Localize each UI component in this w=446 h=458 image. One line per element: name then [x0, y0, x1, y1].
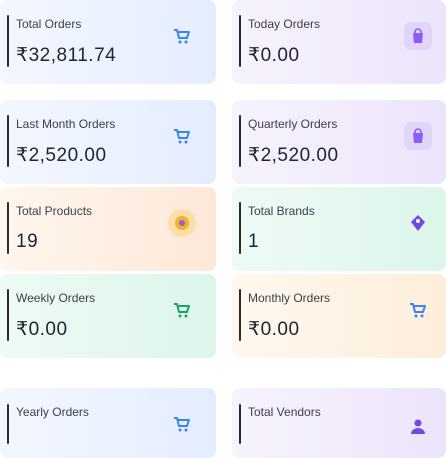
- card-value: ₹2,520.00: [16, 145, 107, 166]
- accent-bar: [239, 15, 241, 67]
- today-orders-card[interactable]: Today Orders ₹0.00: [232, 0, 446, 84]
- total-orders-card[interactable]: Total Orders ₹32,811.74: [0, 0, 216, 84]
- quarterly-orders-card[interactable]: Quarterly Orders ₹2,520.00: [232, 100, 446, 184]
- bag-icon: [404, 122, 432, 150]
- card-value: ₹32,811.74: [16, 45, 117, 66]
- card-label: Weekly Orders: [16, 291, 96, 305]
- card-label: Total Products: [16, 204, 93, 218]
- accent-bar: [7, 115, 9, 167]
- card-label: Total Brands: [248, 204, 315, 218]
- card-value: ₹0.00: [248, 45, 300, 66]
- cart-icon: [168, 122, 196, 150]
- cart-icon: [168, 22, 196, 50]
- yearly-orders-card[interactable]: Yearly Orders: [0, 388, 216, 458]
- accent-bar: [7, 202, 9, 254]
- card-value: ₹2,520.00: [248, 145, 339, 166]
- accent-bar: [239, 115, 241, 167]
- card-label: Total Orders: [16, 17, 82, 31]
- monthly-orders-card[interactable]: Monthly Orders ₹0.00: [232, 274, 446, 358]
- accent-bar: [239, 202, 241, 254]
- cart-icon: [168, 410, 196, 438]
- accent-bar: [7, 289, 9, 341]
- total-products-card[interactable]: Total Products 19: [0, 187, 216, 271]
- accent-bar: [239, 289, 241, 341]
- accent-bar: [7, 404, 9, 444]
- card-label: Total Vendors: [248, 405, 321, 419]
- card-value: ₹0.00: [16, 319, 68, 340]
- cart-icon: [168, 296, 196, 324]
- card-value: ₹0.00: [248, 319, 300, 340]
- accent-bar: [7, 15, 9, 67]
- card-value: 1: [248, 231, 260, 252]
- card-label: Today Orders: [248, 17, 321, 31]
- cart-icon: [404, 296, 432, 324]
- bag-icon: [404, 22, 432, 50]
- card-label: Quarterly Orders: [248, 117, 338, 131]
- user-icon: [404, 412, 432, 440]
- last-month-orders-card[interactable]: Last Month Orders ₹2,520.00: [0, 100, 216, 184]
- brand-tag-icon: [404, 209, 432, 237]
- total-brands-card[interactable]: Total Brands 1: [232, 187, 446, 271]
- card-label: Yearly Orders: [16, 405, 89, 419]
- card-label: Monthly Orders: [248, 291, 331, 305]
- card-label: Last Month Orders: [16, 117, 116, 131]
- card-value: 19: [16, 231, 39, 252]
- total-vendors-card[interactable]: Total Vendors: [232, 388, 446, 458]
- weekly-orders-card[interactable]: Weekly Orders ₹0.00: [0, 274, 216, 358]
- product-box-icon: [168, 209, 196, 237]
- accent-bar: [239, 404, 241, 444]
